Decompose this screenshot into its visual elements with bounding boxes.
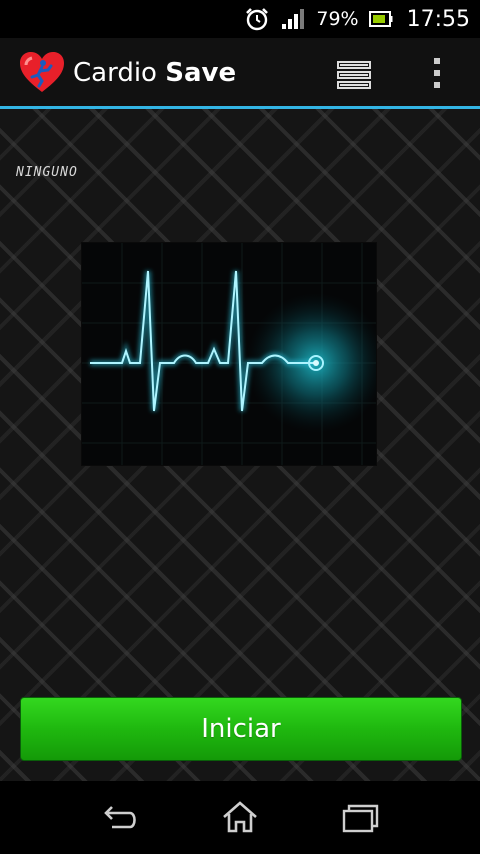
app-title-bold: Save	[165, 58, 237, 88]
recent-apps-icon[interactable]	[338, 799, 382, 835]
start-button[interactable]: Iniciar	[20, 697, 462, 761]
mode-label: NINGUNO	[16, 165, 78, 180]
app-title: Cardio Save	[73, 58, 236, 88]
signal-icon	[282, 9, 305, 29]
battery-icon	[368, 11, 393, 27]
back-icon[interactable]	[98, 799, 142, 835]
navigation-bar	[0, 781, 480, 854]
battery-percent: 79%	[316, 8, 359, 30]
status-bar: 79% 17:55	[0, 0, 480, 38]
alarm-clock-icon	[246, 8, 269, 31]
status-right: 79% 17:55	[244, 0, 470, 38]
ecg-graphic	[82, 243, 386, 465]
app-title-regular: Cardio	[73, 58, 157, 88]
status-time: 17:55	[406, 6, 470, 32]
overflow-menu-icon[interactable]	[427, 56, 447, 90]
home-icon[interactable]	[218, 799, 262, 835]
list-icon[interactable]	[336, 60, 372, 90]
action-bar: Cardio Save	[0, 38, 480, 109]
heart-runner-icon[interactable]	[18, 50, 66, 94]
ecg-animation	[82, 243, 386, 465]
